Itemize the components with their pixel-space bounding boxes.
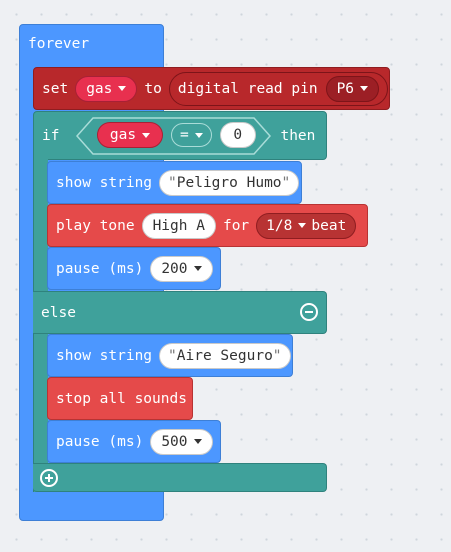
chevron-down-icon	[193, 266, 202, 271]
beat-dropdown[interactable]: 1/8 beat	[256, 212, 357, 239]
close-quote-icon: "	[281, 174, 291, 191]
beat-label: beat	[311, 217, 347, 234]
chevron-down-icon	[193, 439, 202, 444]
pause-dropdown[interactable]: 200	[150, 255, 213, 282]
beat-value: 1/8	[266, 217, 293, 234]
string-value: Peligro Humo	[176, 174, 282, 191]
close-quote-icon: "	[272, 347, 282, 364]
compare-variable-dropdown[interactable]: gas	[97, 122, 163, 148]
compare-variable-name: gas	[109, 127, 137, 143]
chevron-down-icon	[360, 86, 369, 91]
string-input[interactable]: " Peligro Humo "	[159, 169, 300, 196]
to-label: to	[144, 80, 162, 97]
stop-all-sounds-block[interactable]: stop all sounds	[47, 377, 193, 420]
play-tone-block[interactable]: play tone High A for 1/8 beat	[47, 204, 368, 247]
show-string-label: show string	[56, 174, 153, 191]
pause-label: pause (ms)	[56, 433, 144, 450]
if-block-header[interactable]: if then gas = 0	[33, 111, 327, 160]
then-label: then	[280, 127, 316, 144]
pause-value: 200	[161, 260, 188, 277]
show-string-label: show string	[56, 347, 153, 364]
tone-value: High A	[152, 217, 205, 234]
pause-label: pause (ms)	[56, 260, 144, 277]
compare-value-input[interactable]: 0	[219, 122, 256, 148]
pin-value: P6	[336, 80, 355, 97]
play-tone-label: play tone	[56, 217, 135, 234]
set-variable-block[interactable]: set gas to digital read pin P6	[33, 67, 390, 110]
digital-read-pin-block[interactable]: digital read pin P6	[168, 71, 389, 106]
pause-dropdown[interactable]: 500	[150, 428, 213, 455]
open-quote-icon: "	[168, 347, 177, 364]
chevron-down-icon	[142, 132, 151, 138]
open-quote-icon: "	[168, 174, 177, 191]
if-block-footer[interactable]	[33, 463, 327, 492]
else-pause-block[interactable]: pause (ms) 500	[47, 420, 221, 463]
pause-value: 500	[161, 433, 188, 450]
set-label: set	[42, 80, 69, 97]
else-label: else	[41, 304, 76, 321]
if-label: if	[42, 127, 60, 144]
show-string-block[interactable]: show string " Peligro Humo "	[47, 161, 302, 204]
chevron-down-icon	[298, 223, 307, 228]
digital-read-pin-label: digital read pin	[177, 80, 318, 97]
add-branch-icon[interactable]	[40, 469, 58, 487]
remove-else-icon[interactable]	[300, 303, 318, 321]
tone-input[interactable]: High A	[141, 212, 216, 239]
variable-name: gas	[86, 80, 113, 97]
for-label: for	[222, 217, 250, 234]
else-show-string-block[interactable]: show string " Aire Seguro "	[47, 334, 293, 377]
compare-value: 0	[233, 127, 243, 143]
operator-value: =	[180, 127, 189, 143]
operator-dropdown[interactable]: =	[171, 123, 212, 147]
string-value: Aire Seguro	[176, 347, 273, 364]
chevron-down-icon	[118, 86, 127, 91]
string-input[interactable]: " Aire Seguro "	[159, 342, 291, 369]
pause-block[interactable]: pause (ms) 200	[47, 247, 221, 290]
stop-sounds-label: stop all sounds	[56, 390, 187, 407]
variable-dropdown[interactable]: gas	[75, 75, 138, 102]
else-bar[interactable]: else	[33, 291, 327, 334]
pin-dropdown[interactable]: P6	[325, 75, 380, 102]
forever-label: forever	[28, 36, 90, 52]
chevron-down-icon	[194, 132, 203, 138]
